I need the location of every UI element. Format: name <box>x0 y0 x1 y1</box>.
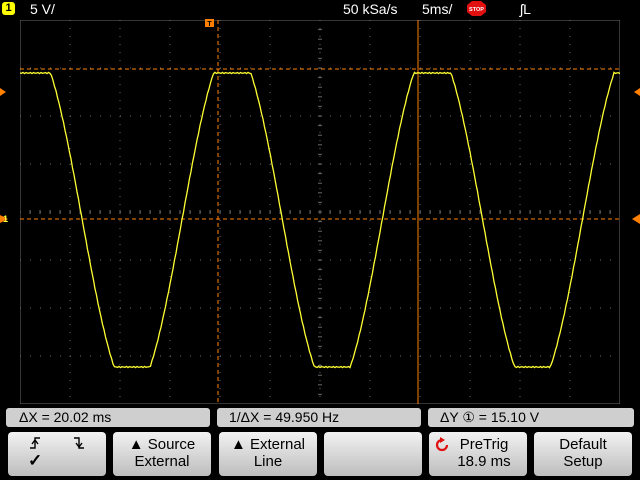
trigger-level-marker <box>632 214 640 224</box>
falling-edge-icon <box>74 437 84 449</box>
run-state-text: STOP <box>469 7 484 13</box>
source-value: External <box>134 453 190 470</box>
external-value: Line <box>253 453 283 470</box>
inv-delta-x-readout: 1/ΔX = 49.950 Hz <box>217 408 421 427</box>
oscilloscope-display <box>20 20 620 404</box>
svg-text:1: 1 <box>3 214 8 224</box>
rotate-knob-icon <box>435 437 449 452</box>
channel-1-ground-marker <box>0 215 8 223</box>
volts-per-div-label[interactable]: 5 V/ <box>30 0 55 18</box>
y1-cursor-marker <box>0 88 6 96</box>
pretrig-value: 18.9 ms <box>457 453 511 470</box>
external-softkey[interactable]: ▲ External Line <box>219 432 317 476</box>
y1-cursor-marker-right <box>634 88 640 96</box>
stop-icon: STOP <box>467 1 486 16</box>
source-softkey[interactable]: ▲ Source External <box>113 432 211 476</box>
sample-rate-label: 50 kSa/s <box>343 1 398 17</box>
time-per-div-label[interactable]: 5ms/ <box>422 0 452 18</box>
source-label: ▲ Source <box>128 436 196 453</box>
delta-x-text: ΔX = 20.02 ms <box>19 409 112 425</box>
trigger-label[interactable]: ʃL <box>520 0 531 18</box>
slope-mode-softkey[interactable]: ✓ <box>8 432 106 476</box>
blank-softkey[interactable] <box>324 432 422 476</box>
delta-y-readout: ΔY ① = 15.10 V <box>428 408 634 427</box>
selected-check-icon: ✓ <box>28 451 43 470</box>
rising-edge-icon <box>30 437 40 449</box>
delta-x-readout: ΔX = 20.02 ms <box>6 408 210 427</box>
channel-1-badge[interactable]: 1 <box>2 2 15 15</box>
default-label: Default <box>559 436 607 453</box>
default-setup-softkey[interactable]: Default Setup <box>534 432 632 476</box>
status-bar: 1 5 V/ 50 kSa/s 5ms/ STOP ʃL <box>0 0 640 18</box>
inv-delta-x-text: 1/ΔX = 49.950 Hz <box>229 409 340 425</box>
setup-label: Setup <box>563 453 603 470</box>
pretrig-softkey[interactable]: PreTrig 18.9 ms <box>429 432 527 476</box>
delta-y-text: ΔY ① = 15.10 V <box>440 409 540 425</box>
external-label: ▲ External <box>230 436 306 453</box>
